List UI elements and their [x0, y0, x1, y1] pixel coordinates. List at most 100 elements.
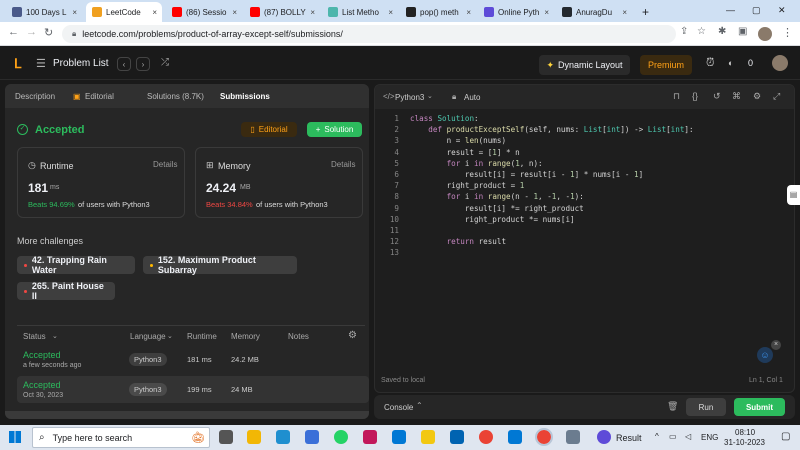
runtime-card[interactable]: ◷ Runtime Details 181 ms Beats 94.69% of…: [17, 147, 185, 218]
shuffle-icon[interactable]: ⤮: [161, 57, 169, 68]
memory-details-link[interactable]: Details: [331, 160, 355, 169]
chrome-active-icon[interactable]: [535, 428, 553, 446]
close-tab-icon[interactable]: ×: [466, 8, 471, 17]
chevron-up-icon[interactable]: ⌃: [416, 401, 423, 410]
code-line[interactable]: right_product *= nums[i]: [410, 215, 575, 226]
code-line[interactable]: result[i] *= right_product: [410, 204, 584, 215]
browser-tab[interactable]: pop() meth ×: [400, 2, 476, 22]
next-problem-button[interactable]: ›: [136, 57, 150, 71]
code-line[interactable]: for i in range(1, n):: [410, 159, 543, 170]
result-app-label[interactable]: Result: [616, 433, 642, 443]
profile-avatar[interactable]: [758, 27, 772, 41]
run-button[interactable]: Run: [686, 398, 726, 416]
code-line[interactable]: result = [1] * n: [410, 148, 520, 159]
browser-tab[interactable]: List Metho ×: [322, 2, 398, 22]
runtime-details-link[interactable]: Details: [153, 160, 177, 169]
format-braces-icon[interactable]: {}: [692, 91, 698, 101]
settings-gear-icon[interactable]: ⚙︎: [753, 91, 761, 102]
browser-menu-icon[interactable]: ⋮: [782, 26, 793, 39]
result-app-icon[interactable]: [597, 430, 611, 444]
browser-tab[interactable]: (87) BOLLY ×: [244, 2, 320, 22]
reload-icon[interactable]: ↻: [44, 26, 53, 39]
back-icon[interactable]: ←: [8, 26, 19, 38]
row-status[interactable]: Accepted: [23, 380, 61, 390]
minimize-icon[interactable]: —: [726, 5, 735, 15]
windows-start-icon[interactable]: [9, 431, 21, 443]
browser-tab[interactable]: 100 Days L ×: [6, 2, 82, 22]
shortcut-icon[interactable]: ⌘: [732, 91, 741, 102]
table-row[interactable]: Accepted a few seconds ago Python3 181 m…: [17, 346, 369, 373]
code-line[interactable]: result[i] = result[i - 1] * nums[i - 1]: [410, 170, 643, 181]
extensions-icon[interactable]: ✱: [718, 26, 726, 37]
chevron-up-icon[interactable]: ^: [655, 432, 659, 441]
tab-submissions[interactable]: Submissions: [220, 92, 270, 101]
code-line[interactable]: right_product = 1: [410, 181, 525, 192]
close-tab-icon[interactable]: ×: [152, 8, 157, 17]
app-icon[interactable]: [450, 430, 464, 444]
app-icon[interactable]: [566, 430, 580, 444]
side-panel-icon[interactable]: ▣: [738, 26, 747, 37]
tab-editorial[interactable]: Editorial: [85, 92, 114, 101]
leetcode-logo-icon[interactable]: ᒪ: [14, 56, 21, 72]
file-explorer-icon[interactable]: [247, 430, 261, 444]
bookmark-star-icon[interactable]: ☆: [697, 26, 706, 37]
premium-button[interactable]: Premium: [640, 55, 692, 75]
task-view-icon[interactable]: [219, 430, 233, 444]
fullscreen-icon[interactable]: ⤢: [773, 91, 780, 102]
row-status[interactable]: Accepted: [23, 350, 61, 360]
window-close-icon[interactable]: ✕: [778, 5, 786, 16]
alarm-icon[interactable]: ⏰︎: [706, 57, 715, 70]
challenge-chip[interactable]: 152. Maximum Product Subarray: [143, 255, 297, 275]
volume-icon[interactable]: ◁: [685, 432, 691, 441]
language-indicator[interactable]: ENG: [701, 433, 718, 442]
code-line[interactable]: class Solution:: [410, 114, 479, 125]
powerbi-icon[interactable]: [421, 430, 435, 444]
submit-button[interactable]: Submit: [734, 398, 785, 416]
user-avatar[interactable]: [772, 55, 788, 71]
share-icon[interactable]: ⇪: [680, 26, 688, 37]
code-line[interactable]: n = len(nums): [410, 136, 506, 147]
new-tab-button[interactable]: +: [636, 2, 655, 22]
tab-description[interactable]: Description: [15, 92, 55, 101]
side-drawer-icon[interactable]: ▤: [787, 185, 800, 205]
chevron-down-icon[interactable]: ⌄: [52, 332, 58, 340]
language-select[interactable]: Python3: [395, 93, 424, 102]
code-line[interactable]: for i in range(n - 1, -1, -1):: [410, 192, 584, 203]
chevron-down-icon[interactable]: ⌄: [167, 332, 173, 340]
app-icon[interactable]: [363, 430, 377, 444]
whatsapp-icon[interactable]: [334, 430, 348, 444]
outlook-icon[interactable]: [508, 430, 522, 444]
reset-icon[interactable]: ↺: [713, 91, 721, 102]
horizontal-scrollbar[interactable]: [5, 411, 369, 419]
close-tab-icon[interactable]: ×: [388, 8, 393, 17]
store-icon[interactable]: [305, 430, 319, 444]
problem-list-link[interactable]: Problem List: [53, 58, 109, 69]
code-line[interactable]: def productExceptSelf(self, nums: List[i…: [410, 125, 693, 136]
prev-problem-button[interactable]: ‹: [117, 57, 131, 71]
network-icon[interactable]: ▭: [669, 432, 677, 441]
code-area[interactable]: 1 class Solution: 2 def productExceptSelf(…: [375, 114, 794, 364]
browser-tab[interactable]: LeetCode ×: [86, 2, 162, 22]
maximize-icon[interactable]: ▢: [752, 5, 761, 16]
challenge-chip[interactable]: 42. Trapping Rain Water: [17, 255, 135, 275]
address-bar[interactable]: 🔒︎ leetcode.com/problems/product-of-arra…: [62, 25, 676, 43]
edge-icon[interactable]: [276, 430, 290, 444]
column-status[interactable]: Status: [23, 332, 46, 341]
console-toggle[interactable]: Console: [384, 403, 413, 412]
vscode-icon[interactable]: [392, 430, 406, 444]
browser-tab[interactable]: (86) Sessio ×: [166, 2, 242, 22]
close-tab-icon[interactable]: ×: [310, 8, 315, 17]
close-icon[interactable]: ×: [771, 340, 781, 350]
tab-solutions[interactable]: Solutions (8.7K): [147, 92, 204, 101]
close-tab-icon[interactable]: ×: [232, 8, 237, 17]
editorial-button[interactable]: ▯ Editorial: [241, 122, 297, 137]
chrome-icon[interactable]: [479, 430, 493, 444]
solution-button[interactable]: + Solution: [307, 122, 362, 137]
clock-time[interactable]: 08:10: [735, 428, 755, 437]
browser-tab[interactable]: Online Pyth ×: [478, 2, 554, 22]
taskbar-search[interactable]: ⌕ Type here to search 🎃︎: [32, 427, 210, 448]
notification-icon[interactable]: ▢: [781, 431, 790, 442]
chat-bubble-icon[interactable]: ☺: [757, 347, 773, 363]
challenge-chip[interactable]: 265. Paint House II: [17, 281, 115, 301]
close-tab-icon[interactable]: ×: [72, 8, 77, 17]
